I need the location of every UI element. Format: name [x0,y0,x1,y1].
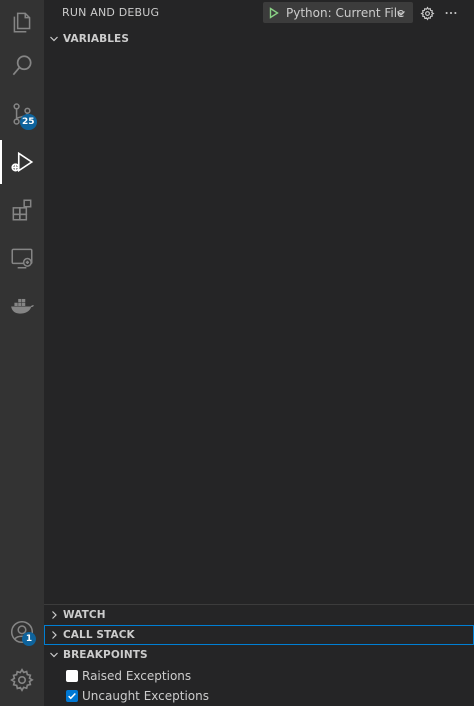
variables-section-header[interactable]: VARIABLES [44,29,474,49]
uncaught-exceptions-checkbox[interactable] [66,690,78,702]
variables-title: VARIABLES [63,33,129,45]
view-title: RUN AND DEBUG [62,6,160,19]
extensions-icon [12,199,32,221]
breakpoints-section-header[interactable]: BREAKPOINTS [44,645,474,665]
chevron-down-icon [397,11,405,16]
chevron-down-icon [50,652,58,658]
source-control-badge: 25 [20,114,37,130]
remote-explorer-icon [11,248,33,269]
ellipsis-icon [445,11,457,15]
debug-configuration-select[interactable]: Python: Current File [263,2,413,23]
accounts-badge: 1 [22,632,36,646]
debug-icon [11,151,34,173]
source-control-button[interactable]: 25 [0,92,44,136]
raised-exceptions-checkbox[interactable] [66,670,78,682]
search-icon [12,55,32,76]
more-actions-button[interactable] [442,4,460,22]
chevron-down-icon [50,36,58,42]
run-and-debug-button[interactable] [0,140,44,184]
play-icon[interactable] [268,6,280,19]
explorer-button[interactable] [0,0,44,44]
docker-icon [11,298,34,314]
manage-button[interactable] [0,658,44,702]
watch-section-header[interactable]: WATCH [44,605,474,625]
extensions-button[interactable] [0,188,44,232]
open-launch-json-button[interactable] [418,4,436,22]
gear-icon [10,668,34,692]
view-header: RUN AND DEBUG Python: Current File [44,0,474,26]
vscode-window: 25 1 RUN AND DEBUG Python: Current File … [0,0,474,706]
remote-explorer-button[interactable] [0,236,44,280]
uncaught-exceptions-label: Uncaught Exceptions [82,689,209,703]
call-stack-title: CALL STACK [63,629,135,641]
call-stack-section-header[interactable]: CALL STACK [44,625,474,645]
check-icon [68,692,76,700]
chevron-right-icon [52,631,57,639]
activity-bar: 25 1 [0,0,44,706]
accounts-button[interactable]: 1 [0,610,44,654]
breakpoints-title: BREAKPOINTS [63,649,148,661]
chevron-right-icon [52,611,57,619]
breakpoint-raised-exceptions[interactable]: Raised Exceptions [66,666,191,686]
docker-button[interactable] [0,284,44,328]
breakpoint-uncaught-exceptions[interactable]: Uncaught Exceptions [66,686,209,706]
raised-exceptions-label: Raised Exceptions [82,669,192,683]
debug-configuration-label: Python: Current File [286,5,405,20]
run-and-debug-view: RUN AND DEBUG Python: Current File VARIA… [44,0,474,706]
gear-icon [419,5,434,21]
search-button[interactable] [0,44,44,88]
watch-title: WATCH [63,609,106,621]
files-icon [13,12,31,33]
